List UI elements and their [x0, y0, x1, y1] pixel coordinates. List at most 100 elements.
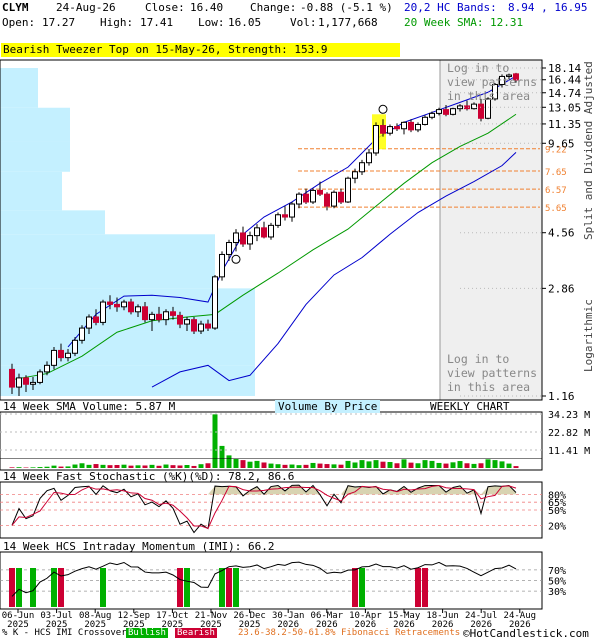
candle-body: [9, 368, 15, 388]
volume-bar: [485, 459, 491, 468]
candle-body: [436, 109, 442, 114]
candle-body: [205, 323, 211, 329]
candle-body: [58, 349, 64, 359]
volume-bar: [156, 465, 162, 468]
candle-body: [156, 313, 162, 321]
volume-bar: [65, 466, 71, 468]
candle-body: [121, 301, 127, 308]
crossover-bar: [9, 568, 15, 607]
candle-body: [317, 189, 323, 195]
candle-body: [331, 191, 337, 207]
price-tick-label: 13.05: [548, 101, 581, 114]
candle-body: [226, 242, 232, 255]
volume-bar: [135, 465, 141, 468]
volume-bar: [352, 462, 358, 468]
candle-body: [380, 125, 386, 134]
volume-bar: [457, 461, 463, 468]
candle-body: [373, 125, 379, 154]
candle-body: [114, 303, 120, 308]
login-line-2: view patterns: [447, 75, 538, 89]
side-label-adjusted: Split and Dividend Adjusted: [582, 61, 595, 240]
candle-body: [359, 162, 365, 173]
volume-bar: [338, 464, 344, 468]
crossover-bar: [415, 568, 421, 607]
crossover-bar: [233, 568, 239, 607]
volume-bar: [296, 465, 302, 468]
candle-body: [268, 224, 274, 238]
imi-tick-label: 50%: [548, 577, 566, 588]
candle-body: [219, 253, 225, 278]
copyright: ©HotCandlestick.com: [463, 627, 589, 640]
bullish-legend: Bullish: [126, 628, 168, 638]
price-tick-label: 14.74: [548, 87, 581, 100]
volume-bar: [443, 463, 449, 468]
volume-bar: [310, 462, 316, 468]
volume-tick-label: 22.82 M: [548, 428, 590, 439]
candle-body: [198, 323, 204, 332]
candle-body: [184, 319, 190, 325]
volume-bar: [471, 463, 477, 468]
crossover-bar: [352, 568, 358, 607]
candle-body: [422, 116, 428, 125]
candle-body: [275, 214, 281, 226]
vbp-label: Volume By Price: [275, 400, 381, 413]
candle-body: [100, 301, 106, 323]
candle-body: [408, 121, 414, 131]
candle-body: [163, 311, 169, 321]
crossover-bar: [58, 568, 64, 607]
side-label-scale: Logarithmic: [582, 299, 595, 372]
volume-bar: [289, 464, 295, 468]
volume-bar: [142, 465, 148, 468]
candle-body: [142, 306, 148, 321]
fib-label: 7.65: [545, 168, 567, 178]
fib-label: 6.57: [545, 186, 567, 196]
candle-body: [303, 193, 309, 203]
price-tick-label: 2.86: [548, 282, 575, 295]
volume-bar: [373, 460, 379, 468]
candle-body: [310, 189, 316, 203]
volume-bar: [58, 466, 64, 468]
candle-body: [254, 227, 260, 237]
candle-body: [261, 227, 267, 238]
volume-bar: [51, 465, 57, 468]
candle-body: [233, 232, 239, 244]
volume-bar: [380, 461, 386, 468]
volume-bar: [163, 464, 169, 468]
candle-body: [366, 152, 372, 164]
candle-body: [443, 109, 449, 115]
login-prompt-top[interactable]: Log in to view patterns in this area: [447, 61, 537, 103]
volume-bar: [233, 458, 239, 468]
candle-body: [107, 301, 113, 305]
candle-body: [429, 112, 435, 118]
candle-body: [401, 121, 407, 130]
candle-body: [240, 232, 246, 245]
volume-bar: [513, 466, 519, 468]
price-tick-label: 11.35: [548, 118, 581, 131]
imi-axis: 70%50%30%: [548, 566, 566, 598]
volume-bar: [240, 460, 246, 468]
volume-bar: [408, 462, 414, 468]
volume-bar: [429, 460, 435, 468]
volume-bar: [114, 465, 120, 468]
candle-body: [149, 313, 155, 321]
candle-body: [282, 214, 288, 218]
volume-bar: [37, 467, 43, 468]
login-line-3: in this area: [447, 380, 531, 394]
volume-bar: [499, 461, 505, 468]
vbp-bar: [0, 107, 70, 142]
vbp-bar: [0, 210, 105, 235]
volume-bar: [450, 462, 456, 468]
crossover-bar: [219, 568, 225, 607]
login-prompt-bottom[interactable]: Log in to view patterns in this area: [447, 352, 537, 394]
candle-body: [93, 316, 99, 323]
pattern-circle: [231, 254, 241, 264]
candle-body: [65, 352, 71, 359]
candle-body: [86, 316, 92, 329]
price-tick-label: 9.65: [548, 137, 575, 150]
crossover-bar: [359, 568, 365, 607]
price-tick-label: 1.16: [548, 390, 575, 403]
volume-bar: [16, 467, 22, 468]
candle-body: [338, 191, 344, 203]
volume-bar: [247, 461, 253, 468]
volume-bar: [303, 464, 309, 468]
